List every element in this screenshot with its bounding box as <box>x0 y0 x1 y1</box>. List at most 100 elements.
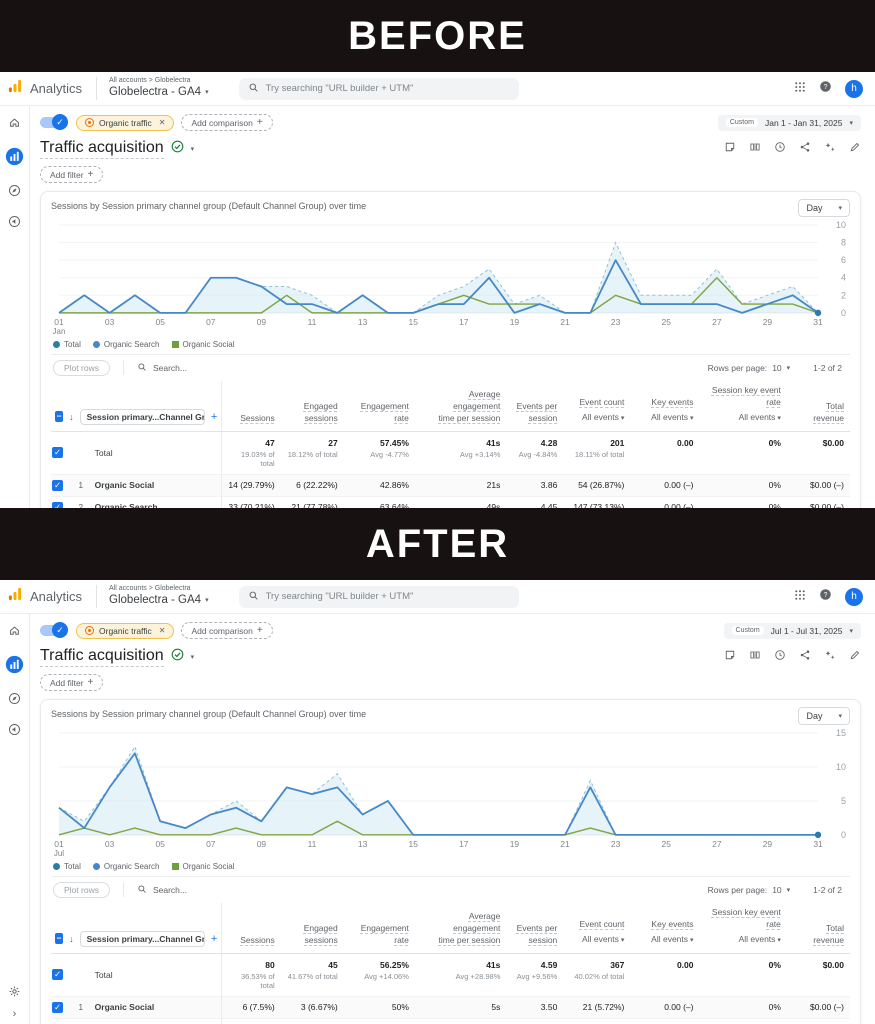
chevron-down-icon[interactable]: ▾ <box>191 653 195 661</box>
chevron-down-icon[interactable]: ▾ <box>775 937 780 944</box>
legend-item[interactable]: Total <box>53 862 81 871</box>
help-icon[interactable]: ? <box>819 588 832 606</box>
column-header[interactable]: Session key eventrateAll events ▾ <box>699 381 786 431</box>
comparison-report-icon[interactable] <box>749 648 761 666</box>
sessions-chart[interactable]: 024681001Jan0305070911131517192123252729… <box>51 217 850 339</box>
admin-gear-icon[interactable] <box>8 985 21 1003</box>
column-header[interactable]: Event countAll events ▾ <box>563 903 630 953</box>
row-checkbox[interactable]: ✓ <box>52 447 63 458</box>
insights-sparkle-icon[interactable] <box>824 140 836 158</box>
dimension-select[interactable]: Session primary...Channel Group) ▾ <box>80 409 205 425</box>
apps-grid-icon[interactable] <box>794 588 806 606</box>
chevron-down-icon[interactable]: ▾ <box>688 415 693 422</box>
column-header[interactable]: Totalrevenue <box>787 381 850 431</box>
legend-item[interactable]: Organic Social <box>172 862 235 871</box>
chevron-down-icon[interactable]: ▾ <box>688 937 693 944</box>
row-checkbox[interactable]: ✓ <box>52 502 63 508</box>
chevron-down-icon[interactable]: ▾ <box>619 415 624 422</box>
table-row[interactable]: ✓2Organic Search74 (92.5%)42 (93.33%)56.… <box>51 1018 850 1024</box>
advertising-icon[interactable] <box>8 723 21 741</box>
add-filter-button[interactable]: Add filter + <box>40 674 103 691</box>
comparison-toggle[interactable]: ✓ <box>40 625 65 636</box>
add-comparison-button[interactable]: Add comparison + <box>181 114 272 131</box>
rows-per-page-value[interactable]: 10 <box>772 363 781 373</box>
edit-pencil-icon[interactable] <box>849 140 861 158</box>
rows-per-page-value[interactable]: 10 <box>772 885 781 895</box>
reports-icon[interactable] <box>5 655 24 679</box>
table-row[interactable]: ✓1Organic Social14 (29.79%)6 (22.22%)42.… <box>51 474 850 496</box>
column-header[interactable]: Average engagementtime per session <box>415 381 506 431</box>
filter-chip-organic-traffic[interactable]: Organic traffic ✕ <box>76 115 174 131</box>
legend-item[interactable]: Organic Social <box>172 340 235 349</box>
feedback-note-icon[interactable] <box>724 648 736 666</box>
apps-grid-icon[interactable] <box>794 80 806 98</box>
column-header[interactable]: Event countAll events ▾ <box>563 381 630 431</box>
help-icon[interactable]: ? <box>819 80 832 98</box>
explore-icon[interactable] <box>8 184 21 202</box>
select-all-checkbox[interactable]: − <box>55 411 63 422</box>
property-selector[interactable]: All accounts > Globelectra Globelectra -… <box>96 585 209 607</box>
comparison-report-icon[interactable] <box>749 140 761 158</box>
dimension-select[interactable]: Session primary...Channel Group) ▾ <box>80 931 205 947</box>
column-header[interactable]: Sessions <box>222 903 281 953</box>
row-checkbox[interactable]: ✓ <box>52 1002 63 1013</box>
date-range-picker[interactable]: Custom Jan 1 - Jan 31, 2025 ▾ <box>718 115 861 131</box>
row-checkbox[interactable]: ✓ <box>52 969 63 980</box>
granularity-select[interactable]: Day ▾ <box>798 707 850 725</box>
legend-item[interactable]: Organic Search <box>93 340 160 349</box>
sort-descending-icon[interactable]: ↓ <box>69 934 74 944</box>
column-header[interactable]: Average engagementtime per session <box>415 903 506 953</box>
chevron-down-icon[interactable]: ▾ <box>775 415 780 422</box>
table-row[interactable]: ✓1Organic Social6 (7.5%)3 (6.67%)50%5s3.… <box>51 996 850 1018</box>
add-filter-button[interactable]: Add filter + <box>40 166 103 183</box>
global-search-input[interactable]: Try searching "URL builder + UTM" <box>239 586 519 608</box>
chevron-down-icon[interactable]: ▾ <box>619 937 624 944</box>
select-all-checkbox[interactable]: − <box>55 933 63 944</box>
column-header[interactable]: Engagementrate <box>344 903 415 953</box>
column-header[interactable]: Engagementrate <box>344 381 415 431</box>
feedback-note-icon[interactable] <box>724 140 736 158</box>
column-header[interactable]: Engagedsessions <box>281 903 344 953</box>
add-comparison-button[interactable]: Add comparison + <box>181 622 272 639</box>
table-row[interactable]: ✓2Organic Search33 (70.21%)21 (77.78%)63… <box>51 496 850 508</box>
comparison-toggle[interactable]: ✓ <box>40 117 65 128</box>
home-icon[interactable] <box>8 116 21 134</box>
column-header[interactable]: Events persession <box>506 903 563 953</box>
column-header[interactable]: Key eventsAll events ▾ <box>630 381 699 431</box>
column-header[interactable]: Totalrevenue <box>787 903 850 953</box>
avatar[interactable]: h <box>845 588 863 606</box>
add-dimension-button[interactable]: + <box>211 933 217 945</box>
explore-icon[interactable] <box>8 692 21 710</box>
column-header[interactable]: Engagedsessions <box>281 381 344 431</box>
table-search-input[interactable]: Search... <box>137 884 187 896</box>
column-header[interactable]: Key eventsAll events ▾ <box>630 903 699 953</box>
avatar[interactable]: h <box>845 80 863 98</box>
data-quality-check-icon[interactable] <box>171 140 184 158</box>
table-search-input[interactable]: Search... <box>137 362 187 374</box>
granularity-select[interactable]: Day ▾ <box>798 199 850 217</box>
sort-descending-icon[interactable]: ↓ <box>69 412 74 422</box>
date-range-picker[interactable]: Custom Jul 1 - Jul 31, 2025 ▾ <box>724 623 861 639</box>
plot-rows-button[interactable]: Plot rows <box>53 360 110 376</box>
sessions-chart[interactable]: 05101501Jul03050709111315171921232527293… <box>51 725 850 861</box>
column-header[interactable]: Session key eventrateAll events ▾ <box>699 903 786 953</box>
property-selector[interactable]: All accounts > Globelectra Globelectra -… <box>96 77 209 99</box>
time-clock-icon[interactable] <box>774 140 786 158</box>
chevron-down-icon[interactable]: ▾ <box>787 886 791 894</box>
home-icon[interactable] <box>8 624 21 642</box>
time-clock-icon[interactable] <box>774 648 786 666</box>
advertising-icon[interactable] <box>8 215 21 233</box>
chevron-down-icon[interactable]: ▾ <box>787 364 791 372</box>
column-header[interactable]: Events persession <box>506 381 563 431</box>
filter-chip-organic-traffic[interactable]: Organic traffic ✕ <box>76 623 174 639</box>
column-header[interactable]: Sessions <box>222 381 281 431</box>
legend-item[interactable]: Organic Search <box>93 862 160 871</box>
expand-nav-icon[interactable]: › <box>13 1009 17 1020</box>
share-icon[interactable] <box>799 140 811 158</box>
reports-icon[interactable] <box>5 147 24 171</box>
close-icon[interactable]: ✕ <box>159 118 166 127</box>
global-search-input[interactable]: Try searching "URL builder + UTM" <box>239 78 519 100</box>
plot-rows-button[interactable]: Plot rows <box>53 882 110 898</box>
share-icon[interactable] <box>799 648 811 666</box>
legend-item[interactable]: Total <box>53 340 81 349</box>
